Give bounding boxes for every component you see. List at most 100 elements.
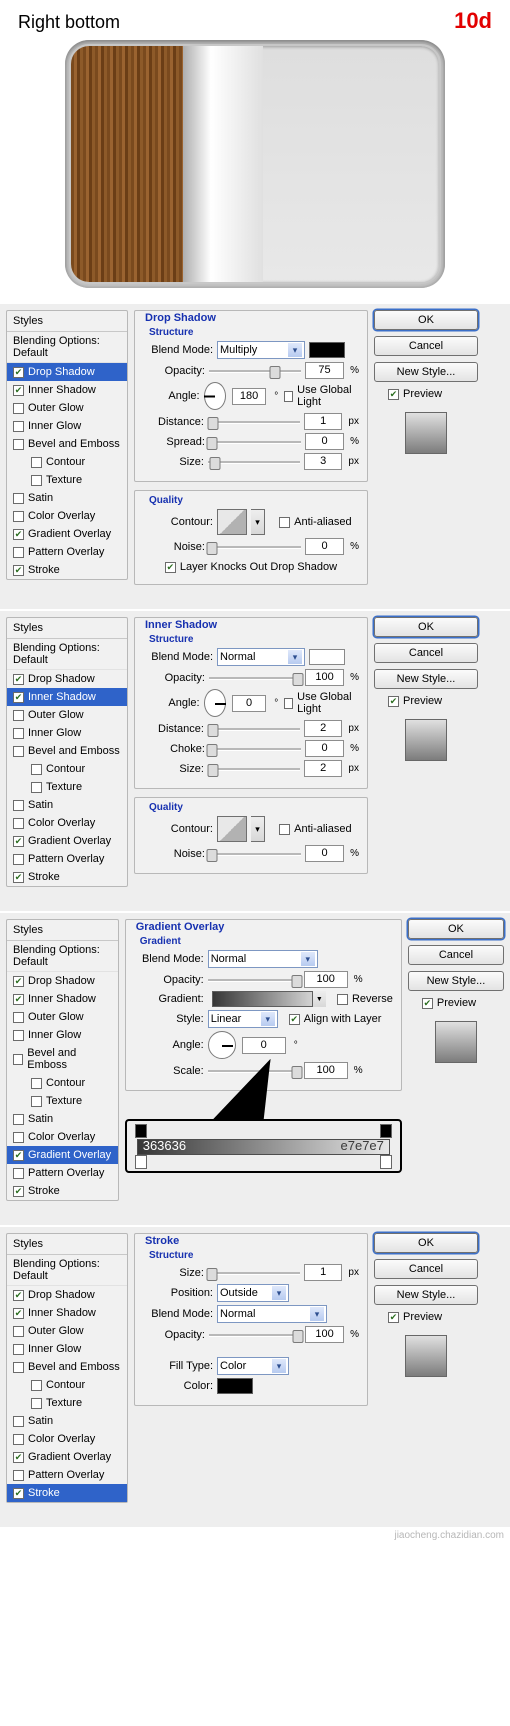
opacity-stop-left[interactable] bbox=[135, 1124, 147, 1138]
blending-options-default[interactable]: Blending Options: Default bbox=[7, 332, 127, 363]
checkbox[interactable] bbox=[13, 1488, 24, 1499]
blending-options-default[interactable]: Blending Options: Default bbox=[7, 941, 118, 972]
style-color-overlay[interactable]: Color Overlay bbox=[7, 1430, 127, 1448]
style-gradient-overlay[interactable]: Gradient Overlay bbox=[7, 832, 127, 850]
style-bevel-and-emboss[interactable]: Bevel and Emboss bbox=[7, 1044, 118, 1074]
slider[interactable] bbox=[209, 743, 301, 755]
checkbox[interactable] bbox=[13, 1290, 24, 1301]
layer-knocks-checkbox[interactable] bbox=[165, 562, 176, 573]
checkbox[interactable] bbox=[13, 1132, 24, 1143]
slider[interactable] bbox=[208, 1267, 300, 1279]
select[interactable]: Normal▾ bbox=[217, 648, 305, 666]
checkbox[interactable] bbox=[13, 565, 24, 576]
checkbox[interactable] bbox=[13, 439, 24, 450]
color-swatch[interactable] bbox=[309, 342, 345, 358]
chevron-down-icon[interactable]: ▾ bbox=[251, 509, 265, 535]
style-inner-shadow[interactable]: Inner Shadow bbox=[7, 1304, 127, 1322]
checkbox[interactable] bbox=[13, 994, 24, 1005]
style-bevel-and-emboss[interactable]: Bevel and Emboss bbox=[7, 1358, 127, 1376]
style-inner-glow[interactable]: Inner Glow bbox=[7, 417, 127, 435]
checkbox[interactable] bbox=[13, 1470, 24, 1481]
slider[interactable] bbox=[208, 1065, 300, 1077]
checkbox[interactable] bbox=[13, 1308, 24, 1319]
number-input[interactable]: 100 bbox=[305, 669, 344, 686]
checkbox[interactable] bbox=[13, 746, 24, 757]
slider[interactable] bbox=[209, 365, 301, 377]
preview-checkbox[interactable] bbox=[388, 696, 399, 707]
checkbox[interactable] bbox=[31, 1380, 42, 1391]
style-drop-shadow[interactable]: Drop Shadow bbox=[7, 972, 118, 990]
checkbox[interactable] bbox=[13, 1344, 24, 1355]
checkbox[interactable] bbox=[13, 1054, 23, 1065]
angle-dial[interactable] bbox=[204, 382, 226, 410]
checkbox[interactable] bbox=[31, 1078, 42, 1089]
slider[interactable] bbox=[209, 672, 301, 684]
slider[interactable] bbox=[208, 456, 300, 468]
style-drop-shadow[interactable]: Drop Shadow bbox=[7, 363, 127, 381]
ok-button[interactable]: OK bbox=[408, 919, 504, 939]
style-gradient-overlay[interactable]: Gradient Overlay bbox=[7, 1448, 127, 1466]
checkbox[interactable] bbox=[13, 1452, 24, 1463]
preview-checkbox[interactable] bbox=[388, 1312, 399, 1323]
style-contour[interactable]: Contour bbox=[7, 1376, 127, 1394]
chevron-down-icon[interactable]: ▼ bbox=[312, 991, 326, 1007]
style-bevel-and-emboss[interactable]: Bevel and Emboss bbox=[7, 435, 127, 453]
checkbox[interactable] bbox=[31, 475, 42, 486]
style-inner-glow[interactable]: Inner Glow bbox=[7, 1026, 118, 1044]
number-input[interactable]: 180 bbox=[232, 388, 267, 405]
slider[interactable] bbox=[209, 436, 301, 448]
slider[interactable] bbox=[208, 723, 300, 735]
select[interactable]: Color▾ bbox=[217, 1357, 289, 1375]
slider[interactable] bbox=[209, 1329, 301, 1341]
number-input[interactable]: 3 bbox=[304, 453, 343, 470]
checkbox[interactable] bbox=[31, 764, 42, 775]
anti-aliased-checkbox[interactable] bbox=[279, 824, 290, 835]
ok-button[interactable]: OK bbox=[374, 310, 478, 330]
style-texture[interactable]: Texture bbox=[7, 1394, 127, 1412]
color-swatch[interactable] bbox=[309, 649, 345, 665]
new-style-button[interactable]: New Style... bbox=[374, 669, 478, 689]
anti-aliased-checkbox[interactable] bbox=[279, 517, 290, 528]
cancel-button[interactable]: Cancel bbox=[374, 336, 478, 356]
slider[interactable] bbox=[209, 541, 301, 553]
style-color-overlay[interactable]: Color Overlay bbox=[7, 1128, 118, 1146]
checkbox[interactable] bbox=[13, 421, 24, 432]
checkbox[interactable] bbox=[13, 710, 24, 721]
color-stop-right[interactable] bbox=[380, 1155, 392, 1169]
style-contour[interactable]: Contour bbox=[7, 453, 127, 471]
checkbox[interactable] bbox=[31, 782, 42, 793]
checkbox[interactable] bbox=[13, 493, 24, 504]
style-inner-shadow[interactable]: Inner Shadow bbox=[7, 381, 127, 399]
checkbox[interactable] bbox=[13, 1326, 24, 1337]
style-pattern-overlay[interactable]: Pattern Overlay bbox=[7, 543, 127, 561]
checkbox[interactable] bbox=[13, 692, 24, 703]
style-pattern-overlay[interactable]: Pattern Overlay bbox=[7, 1164, 118, 1182]
reverse-checkbox[interactable] bbox=[337, 994, 348, 1005]
style-bevel-and-emboss[interactable]: Bevel and Emboss bbox=[7, 742, 127, 760]
use-global-light-checkbox[interactable] bbox=[284, 698, 293, 709]
checkbox[interactable] bbox=[13, 1150, 24, 1161]
color-stop-left[interactable] bbox=[135, 1155, 147, 1169]
checkbox[interactable] bbox=[13, 1416, 24, 1427]
checkbox[interactable] bbox=[13, 1114, 24, 1125]
opacity-stop-right[interactable] bbox=[380, 1124, 392, 1138]
style-stroke[interactable]: Stroke bbox=[7, 868, 127, 886]
style-satin[interactable]: Satin bbox=[7, 796, 127, 814]
style-drop-shadow[interactable]: Drop Shadow bbox=[7, 670, 127, 688]
style-satin[interactable]: Satin bbox=[7, 1110, 118, 1128]
new-style-button[interactable]: New Style... bbox=[374, 1285, 478, 1305]
checkbox[interactable] bbox=[13, 800, 24, 811]
number-input[interactable]: 100 bbox=[304, 971, 348, 988]
angle-dial[interactable] bbox=[208, 1031, 236, 1059]
select[interactable]: Multiply▾ bbox=[217, 341, 305, 359]
checkbox[interactable] bbox=[13, 976, 24, 987]
number-input[interactable]: 100 bbox=[305, 1326, 344, 1343]
number-input[interactable]: 0 bbox=[305, 740, 344, 757]
select[interactable]: Linear▾ bbox=[208, 1010, 278, 1028]
select[interactable]: Outside▾ bbox=[217, 1284, 289, 1302]
number-input[interactable]: 75 bbox=[305, 362, 344, 379]
new-style-button[interactable]: New Style... bbox=[408, 971, 504, 991]
align-with-layer-checkbox[interactable] bbox=[289, 1014, 300, 1025]
checkbox[interactable] bbox=[13, 1012, 24, 1023]
style-drop-shadow[interactable]: Drop Shadow bbox=[7, 1286, 127, 1304]
